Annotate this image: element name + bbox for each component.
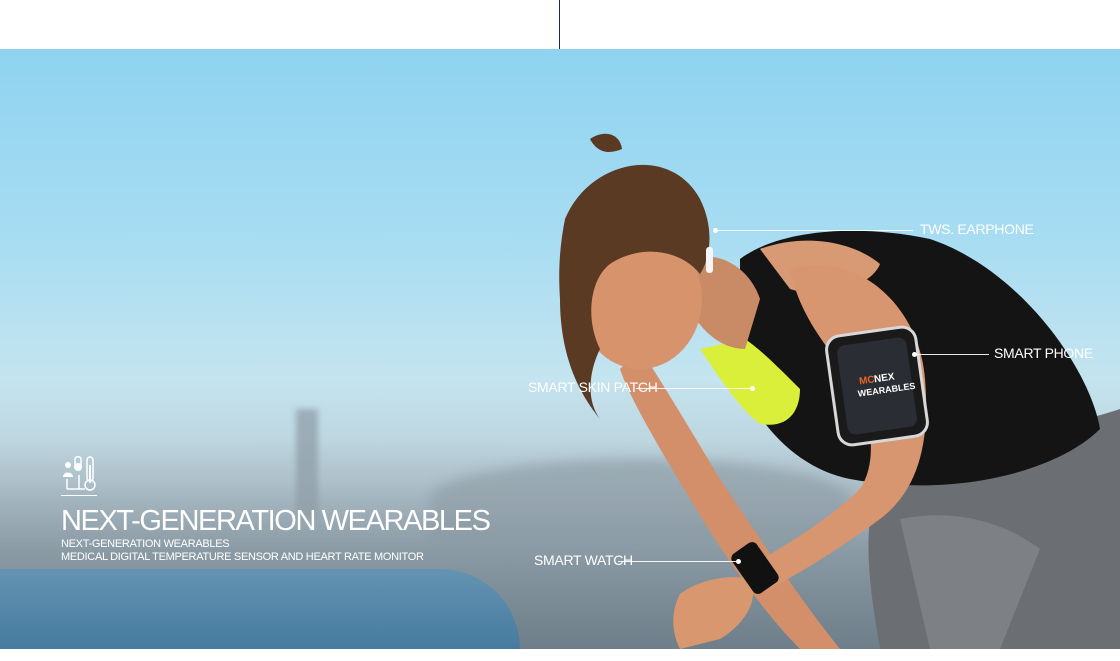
top-navigation-bar [0, 0, 1120, 49]
phone-callout-label: SMART PHONE [994, 345, 1093, 361]
earphone-callout-label: TWS. EARPHONE [920, 221, 1034, 237]
icon-underline [61, 495, 97, 496]
watch-callout-label: SMART WATCH [534, 552, 633, 568]
feature-subtitle-line2: MEDICAL DIGITAL TEMPERATURE SENSOR AND H… [61, 551, 424, 563]
thermometer-person-icon [63, 456, 96, 491]
hero-banner: MC NEX WEARABLES TWS. EARPHONE SMART PHO… [0, 49, 1120, 649]
feature-title: NEXT-GENERATION WEARABLES [61, 505, 491, 537]
phone-callout-line [917, 354, 989, 355]
feature-subtitle-line1: NEXT-GENERATION WEARABLES [61, 538, 230, 550]
earphone-callout-line [718, 230, 913, 231]
skin-patch-callout-dot [750, 386, 755, 391]
feature-block: NEXT-GENERATION WEARABLES NEXT-GENERATIO… [61, 455, 491, 564]
skin-patch-callout-label: SMART SKIN PATCH [528, 379, 658, 395]
header-divider [559, 0, 560, 49]
watch-callout-dot [736, 559, 741, 564]
skin-patch-callout-line [636, 388, 750, 389]
watch-callout-line [618, 561, 736, 562]
